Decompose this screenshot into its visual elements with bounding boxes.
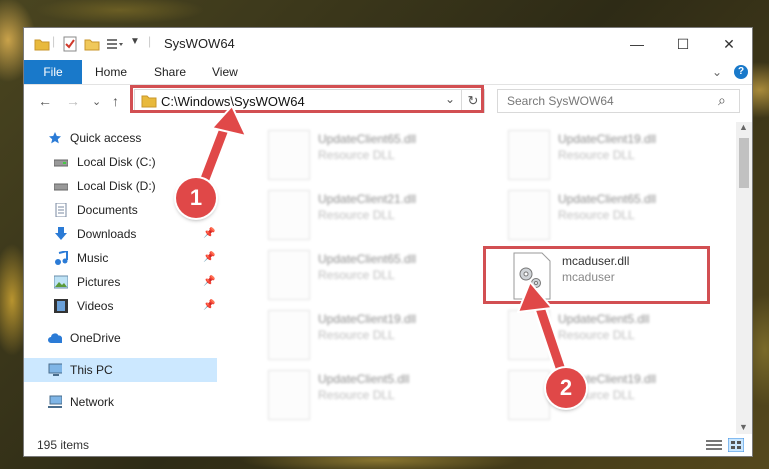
step-2-badge: 2 <box>546 368 586 408</box>
step-1-badge: 1 <box>176 178 216 218</box>
arrow-2 <box>516 280 572 389</box>
arrow-1 <box>193 104 248 199</box>
annotation-layer <box>193 104 572 389</box>
